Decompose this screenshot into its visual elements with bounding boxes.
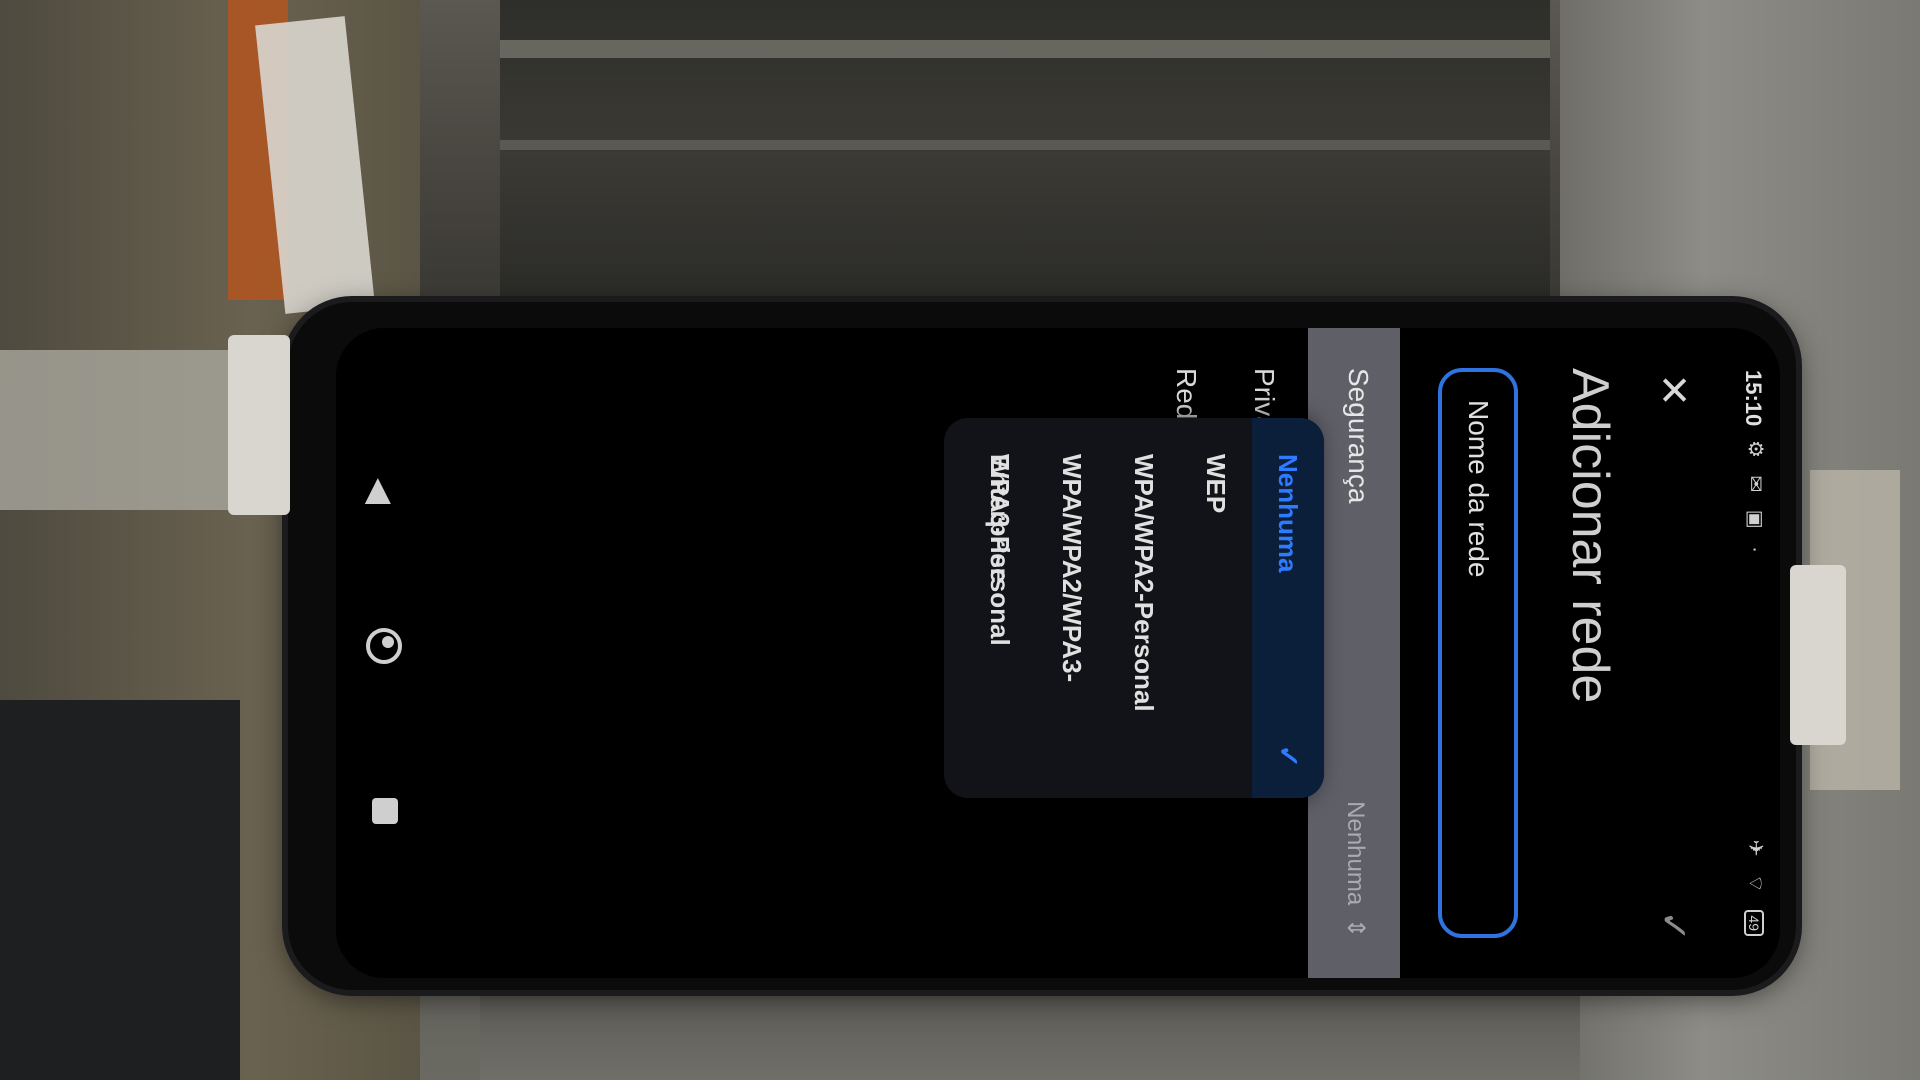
security-option-nenhuma[interactable]: Nenhuma ✓	[1252, 418, 1324, 798]
system-icons: ✈ ⌔ 49	[1743, 840, 1768, 936]
chevron-updown-icon: ⇕	[1342, 917, 1369, 938]
background-box	[0, 700, 240, 1080]
check-icon: ✓	[1273, 744, 1304, 768]
option-label: WEP	[1201, 454, 1231, 514]
add-network-screen: 15:10 ⚙ ✉ ▣ · ✈ ⌔ 49 ✕ ✓ Adicionar rede …	[336, 328, 1780, 978]
navigation-bar: ◀	[336, 328, 420, 978]
network-name-field[interactable]: Nome da rede	[1438, 368, 1518, 938]
security-label: Segurança	[1343, 368, 1374, 504]
status-bar: 15:10 ⚙ ✉ ▣ · ✈ ⌔ 49	[1720, 328, 1780, 978]
security-option-wpa3-personal[interactable]: WPA3-Personal	[964, 418, 1036, 798]
status-time: 15:10	[1741, 370, 1766, 427]
network-name-placeholder: Nome da rede	[1463, 400, 1494, 578]
background-rail	[500, 40, 1550, 58]
confirm-button[interactable]: ✓	[1651, 904, 1696, 948]
recents-square-icon[interactable]	[372, 798, 398, 824]
option-label: WPA3-Personal	[985, 454, 1015, 646]
airplane-wifi-icon: ✈ ⌔	[1744, 839, 1766, 899]
security-value: Nenhuma ⇕	[1341, 801, 1370, 938]
battery-icon: 49	[1744, 910, 1765, 936]
security-dropdown: Nenhuma ✓ WEP WPA/WPA2-Personal WPA/WPA2…	[944, 418, 1324, 798]
back-triangle-icon[interactable]: ◀	[360, 478, 400, 504]
background-rail	[500, 140, 1550, 150]
security-value-text: Nenhuma	[1342, 801, 1369, 906]
notification-icons: ⚙ ✉ ▣ ·	[1744, 440, 1766, 559]
background-floor	[480, 990, 1580, 1080]
option-label: Nenhuma	[1273, 454, 1303, 573]
home-dot	[382, 636, 394, 648]
phone-clamp	[228, 335, 290, 515]
close-icon: ✕	[1651, 373, 1695, 407]
phone-clamp	[1790, 565, 1846, 745]
close-button[interactable]: ✕	[1650, 368, 1696, 412]
security-option-wep[interactable]: WEP	[1180, 418, 1252, 798]
page-title: Adicionar rede	[1561, 368, 1619, 704]
check-icon: ✓	[1652, 910, 1694, 942]
security-option-wpa-enterprise[interactable]: WPA/WPA2/WPA3-Enterprise	[985, 418, 1108, 798]
option-label: WPA/WPA2-Personal	[1129, 454, 1159, 712]
phone-screen: 15:10 ⚙ ✉ ▣ · ✈ ⌔ 49 ✕ ✓ Adicionar rede …	[336, 328, 1780, 978]
security-option-wpa-wpa2-personal[interactable]: WPA/WPA2-Personal	[1108, 418, 1180, 798]
